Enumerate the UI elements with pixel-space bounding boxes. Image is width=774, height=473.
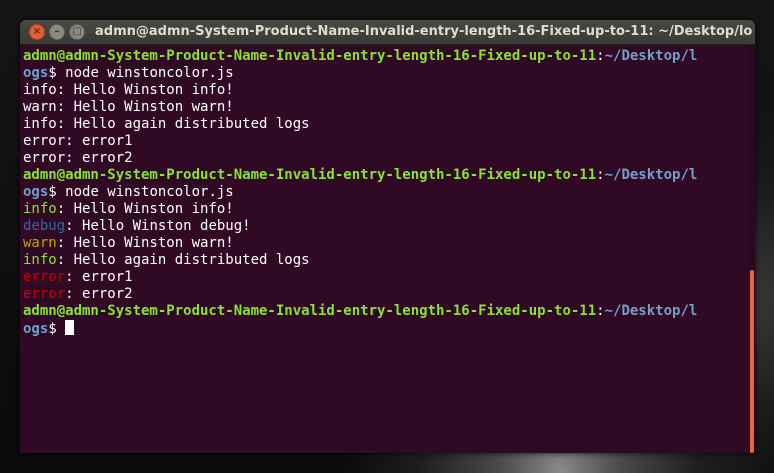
title-bar[interactable]: × – □ admn@admn-System-Product-Name-Inva… (20, 20, 755, 45)
scrollbar-thumb[interactable] (750, 270, 754, 453)
output-line: info: Hello Winston info! (23, 82, 234, 98)
prompt-line: admn@admn-System-Product-Name-Invalid-en… (23, 48, 750, 65)
prompt-path: ~/Desktop/l (604, 167, 698, 183)
text-cursor[interactable] (65, 320, 75, 335)
prompt-line-cont: ogs$ node winstoncolor.js (23, 65, 750, 82)
output-line: info: Hello again distributed logs (23, 252, 750, 269)
output-line: info: Hello Winston info! (23, 201, 750, 218)
log-level-info: info (23, 201, 57, 217)
prompt-line-cont[interactable]: ogs$ (23, 320, 750, 337)
prompt-path-cont: ogs (23, 65, 49, 81)
close-icon: × (32, 26, 42, 37)
output-line: warn: Hello Winston warn! (23, 99, 234, 115)
log-message: : error1 (65, 269, 133, 285)
log-level-error: error (23, 269, 66, 285)
command-text: node winstoncolor.js (65, 184, 234, 200)
prompt-path: ~/Desktop/l (604, 48, 698, 64)
close-button[interactable]: × (29, 24, 45, 40)
prompt-path-cont: ogs (23, 321, 49, 337)
minimize-button[interactable]: – (49, 24, 65, 40)
command-text: node winstoncolor.js (65, 65, 234, 81)
prompt-symbol: $ (48, 184, 66, 200)
prompt-path-cont: ogs (23, 184, 49, 200)
maximize-icon: □ (72, 26, 82, 37)
log-message: : Hello Winston warn! (56, 235, 234, 251)
log-message: : Hello Winston debug! (65, 218, 251, 234)
log-message: : Hello Winston info! (56, 201, 234, 217)
prompt-line-cont: ogs$ node winstoncolor.js (23, 184, 750, 201)
log-level-warn: warn (23, 235, 57, 251)
prompt-symbol: $ (48, 65, 66, 81)
log-level-error: error (23, 286, 66, 302)
window-title: admn@admn-System-Product-Name-Invalid-en… (95, 24, 753, 39)
prompt-colon: : (596, 303, 605, 319)
output-line: error: error1 (23, 269, 750, 286)
log-message: : error2 (65, 286, 133, 302)
output-line: debug: Hello Winston debug! (23, 218, 750, 235)
output-line: error: error2 (23, 150, 133, 166)
log-message: : Hello again distributed logs (56, 252, 310, 268)
output-line: error: error2 (23, 286, 750, 303)
log-level-debug: debug (23, 218, 66, 234)
prompt-userhost: admn@admn-System-Product-Name-Invalid-en… (23, 48, 597, 64)
terminal-window[interactable]: × – □ admn@admn-System-Product-Name-Inva… (20, 20, 755, 453)
minimize-icon: – (54, 26, 60, 37)
output-line: info: Hello again distributed logs (23, 116, 310, 132)
maximize-button[interactable]: □ (69, 24, 85, 40)
prompt-path: ~/Desktop/l (604, 303, 698, 319)
prompt-line: admn@admn-System-Product-Name-Invalid-en… (23, 303, 750, 320)
prompt-userhost: admn@admn-System-Product-Name-Invalid-en… (23, 167, 597, 183)
log-level-info: info (23, 252, 57, 268)
prompt-line: admn@admn-System-Product-Name-Invalid-en… (23, 167, 750, 184)
prompt-userhost: admn@admn-System-Product-Name-Invalid-en… (23, 303, 597, 319)
prompt-colon: : (596, 167, 605, 183)
output-line: error: error1 (23, 133, 133, 149)
scrollbar[interactable] (750, 45, 755, 453)
prompt-colon: : (596, 48, 605, 64)
terminal-output[interactable]: admn@admn-System-Product-Name-Invalid-en… (20, 45, 750, 453)
prompt-symbol: $ (48, 321, 66, 337)
output-line: warn: Hello Winston warn! (23, 235, 750, 252)
